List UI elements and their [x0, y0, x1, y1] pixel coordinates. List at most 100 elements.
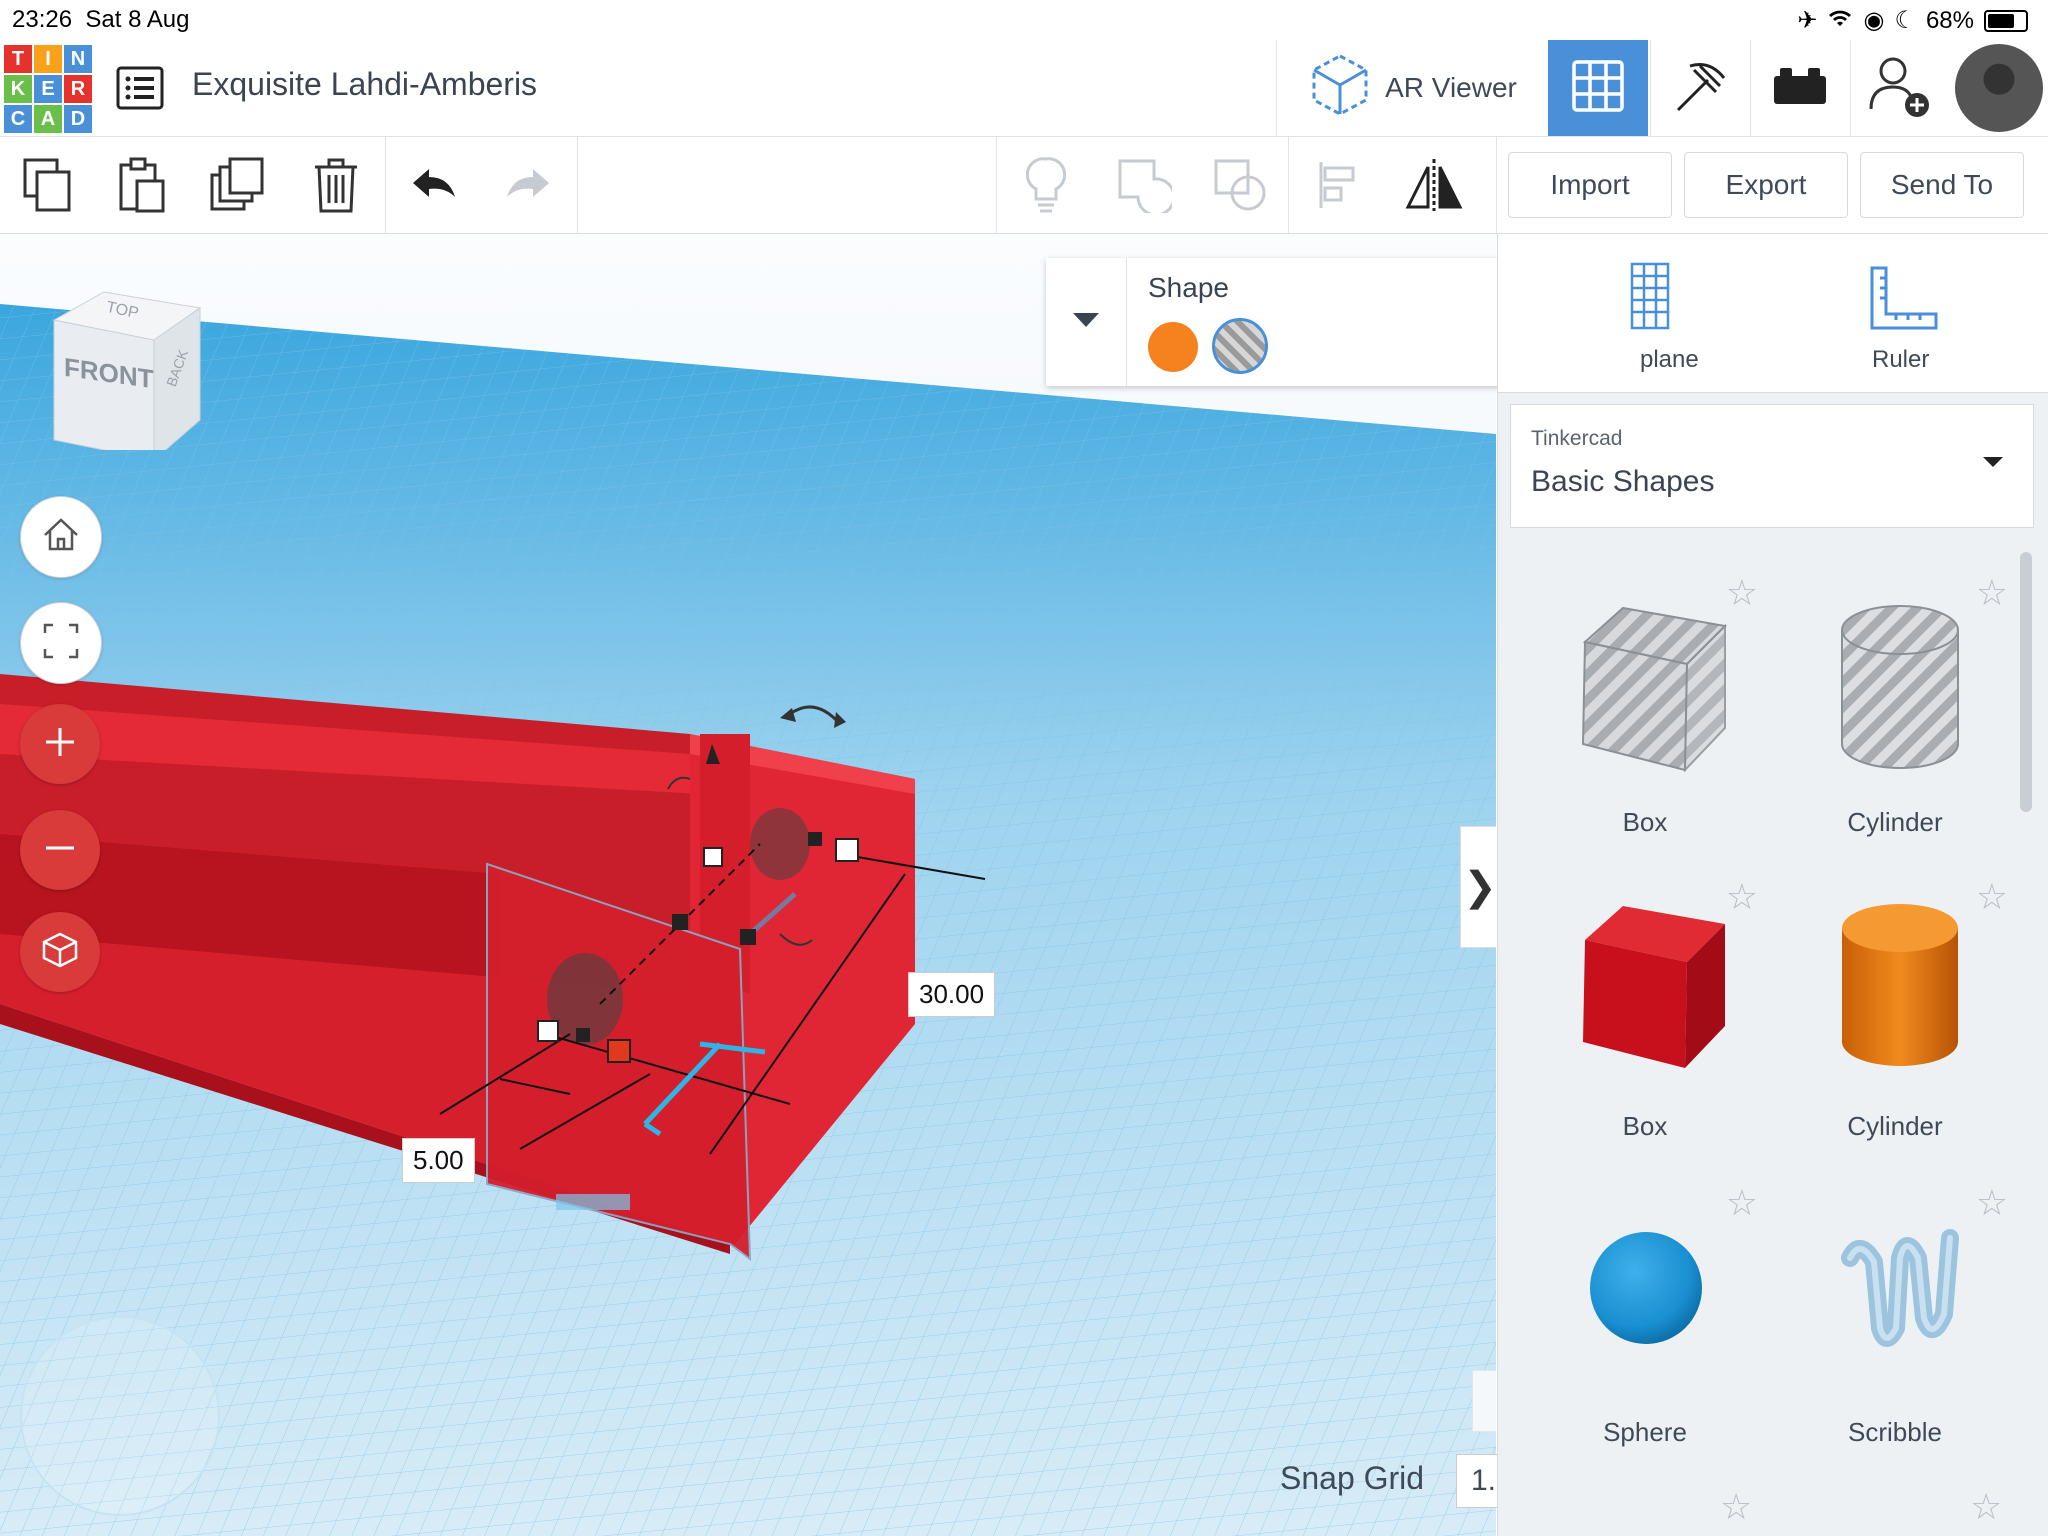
panel-tools: plane Ruler: [1498, 234, 2048, 393]
user-avatar[interactable]: [1955, 44, 2043, 132]
pan-joystick[interactable]: [20, 1316, 220, 1516]
scribble-icon: [1841, 1229, 1959, 1347]
view-cube[interactable]: FRONT TOP BACK: [44, 290, 204, 462]
copy-icon[interactable]: [18, 155, 78, 215]
design-list-icon[interactable]: [116, 66, 164, 115]
zoom-out-button[interactable]: [20, 810, 100, 890]
send-to-button[interactable]: Send To: [1860, 152, 2024, 218]
library-source: Tinkercad: [1531, 427, 1623, 450]
paste-icon[interactable]: [112, 155, 172, 215]
status-date: Sat 8 Aug: [85, 6, 190, 33]
favorite-star-icon[interactable]: ☆: [1976, 572, 2008, 614]
shape-label: Cylinder: [1847, 1111, 1943, 1141]
ruler-label[interactable]: Ruler: [1872, 346, 1929, 374]
perspective-button[interactable]: [20, 912, 100, 992]
lightbulb-icon[interactable]: [1016, 155, 1076, 215]
wifi-icon: [1827, 7, 1853, 35]
library-name: Basic Shapes: [1531, 465, 1715, 498]
height-dimension-label[interactable]: 30.00: [908, 972, 996, 1017]
panel-scrollbar[interactable]: [2020, 552, 2032, 812]
cylinder-hole-icon: [1841, 605, 1959, 769]
ar-cube-icon: [1309, 52, 1371, 125]
chevron-right-icon: ❯: [1463, 865, 1496, 909]
shape-item-sphere[interactable]: ☆ Sphere: [1520, 1178, 1770, 1468]
shape-item-cylinder[interactable]: ☆ Cylinder: [1770, 872, 2020, 1162]
undo-icon[interactable]: [404, 155, 464, 215]
box-hole-icon: [1581, 606, 1728, 773]
ruler-icon[interactable]: [1868, 264, 1940, 337]
fit-view-button[interactable]: [20, 602, 102, 684]
align-icon[interactable]: [1310, 155, 1370, 215]
minus-icon: [42, 830, 78, 871]
logo-letter: T: [4, 45, 32, 73]
shape-label: Box: [1622, 1111, 1668, 1141]
logo-letter: D: [64, 105, 92, 133]
delete-icon[interactable]: [306, 155, 366, 215]
group-icon[interactable]: [1114, 155, 1174, 215]
duplicate-icon[interactable]: [208, 155, 268, 215]
airplane-icon: ✈: [1797, 7, 1818, 34]
mirror-icon[interactable]: [1404, 155, 1464, 215]
solid-color-swatch[interactable]: [1148, 322, 1198, 372]
shape-label: Box: [1622, 807, 1668, 837]
cylinder-icon: [1842, 904, 1958, 1066]
brick-icon: [1772, 66, 1828, 111]
tinkercad-logo[interactable]: T I N K E R C A D: [4, 45, 92, 133]
inspector-title: Shape: [1148, 272, 1229, 303]
blocks-view-button[interactable]: [1650, 40, 1749, 136]
invite-user-button[interactable]: [1850, 40, 1949, 136]
logo-letter: E: [34, 75, 62, 103]
orientation-lock-icon: ◉: [1863, 7, 1885, 34]
logo-letter: C: [4, 105, 32, 133]
bricks-view-button[interactable]: [1750, 40, 1849, 136]
red-hollow-box-object[interactable]: [0, 234, 1496, 1536]
fit-icon: [41, 621, 81, 666]
logo-letter: N: [64, 45, 92, 73]
width-dimension-label[interactable]: 5.00: [402, 1138, 475, 1183]
export-button[interactable]: Export: [1684, 152, 1848, 218]
logo-letter: A: [34, 105, 62, 133]
status-bar: 23:26 Sat 8 Aug ✈ ◉ ☾ 68%: [0, 0, 2048, 40]
workplane-icon[interactable]: [1630, 262, 1670, 337]
shape-item-box-hole[interactable]: ☆ Box: [1520, 568, 1770, 858]
moon-icon: ☾: [1894, 7, 1916, 34]
snap-grid-label: Snap Grid: [1280, 1460, 1425, 1496]
battery-percent: 68%: [1925, 6, 1974, 34]
box-icon: [1583, 906, 1725, 1068]
workplane-viewport[interactable]: 30.00 5.00 FRONT TOP BACK ❯: [0, 234, 1496, 1536]
dropdown-caret-icon: [1981, 455, 2005, 474]
design-view-button[interactable]: [1548, 40, 1648, 136]
shape-item-scribble[interactable]: ☆ Scribble: [1770, 1178, 2020, 1468]
hole-swatch[interactable]: [1212, 318, 1268, 374]
redo-icon[interactable]: [498, 155, 558, 215]
shape-label: Scribble: [1848, 1417, 1942, 1447]
favorite-star-icon[interactable]: ☆: [1976, 1182, 2008, 1224]
zoom-in-button[interactable]: [20, 704, 100, 784]
workplane-label[interactable]: plane: [1640, 346, 1699, 374]
caret-down-icon: [1071, 311, 1101, 334]
ar-viewer-button[interactable]: AR Viewer: [1276, 40, 1549, 136]
design-title[interactable]: Exquisite Lahdi-Amberis: [192, 66, 537, 103]
home-icon: [41, 515, 81, 560]
sphere-icon: [1590, 1232, 1702, 1344]
add-user-icon: [1867, 53, 1933, 124]
favorite-star-icon[interactable]: ☆: [1726, 1182, 1758, 1224]
pickaxe-icon: [1670, 56, 1730, 121]
shape-item-cylinder-hole[interactable]: ☆ Cylinder: [1770, 568, 2020, 858]
shape-library-select[interactable]: Tinkercad Basic Shapes: [1510, 404, 2034, 528]
edit-toolbar: Import Export Send To: [0, 137, 2048, 234]
grid-icon: [1572, 59, 1624, 117]
battery-icon: [1984, 9, 2028, 32]
favorite-star-icon[interactable]: ☆: [1720, 1486, 1752, 1528]
ungroup-icon[interactable]: [1210, 155, 1270, 215]
collapse-panel-button[interactable]: ❯: [1460, 826, 1496, 948]
favorite-star-icon[interactable]: ☆: [1970, 1486, 2002, 1528]
home-view-button[interactable]: [20, 496, 102, 578]
shape-item-box[interactable]: ☆ Box: [1520, 872, 1770, 1162]
collapse-inspector-button[interactable]: [1046, 258, 1127, 386]
favorite-star-icon[interactable]: ☆: [1976, 876, 2008, 918]
logo-letter: I: [34, 45, 62, 73]
import-button[interactable]: Import: [1508, 152, 1672, 218]
plus-icon: [42, 724, 78, 765]
logo-letter: R: [64, 75, 92, 103]
